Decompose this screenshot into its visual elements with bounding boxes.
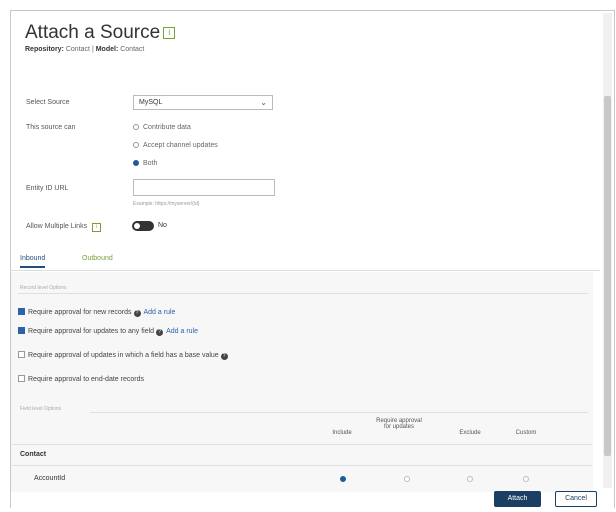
radio-custom[interactable]: [523, 476, 529, 482]
radio-both[interactable]: Both: [133, 160, 157, 167]
dialog-title-container: Attach a Source i: [25, 22, 176, 44]
allow-multiple-toggle[interactable]: [132, 221, 154, 231]
radio-icon: [133, 142, 139, 148]
checkbox-base-value-updates[interactable]: Require approval of updates in which a f…: [18, 351, 228, 360]
dialog-title: Attach a Source: [25, 22, 161, 43]
tab-inbound[interactable]: Inbound: [20, 255, 46, 268]
model-label: Model:: [95, 46, 119, 53]
radio-label: Accept channel updates: [143, 142, 218, 149]
help-icon[interactable]: ?: [220, 353, 228, 360]
checkbox-any-field-updates[interactable]: Require approval for updates to any fiel…: [18, 327, 198, 336]
select-source-label: Select Source: [26, 99, 70, 106]
scrollbar-thumb[interactable]: [604, 96, 611, 456]
allow-multiple-state: No: [158, 222, 167, 229]
radio-icon: [133, 124, 139, 130]
radio-contribute-data[interactable]: Contribute data: [133, 124, 191, 131]
checkbox-new-records[interactable]: Require approval for new records? Add a r…: [18, 308, 175, 317]
radio-label: Contribute data: [143, 124, 191, 131]
divider: [12, 465, 592, 466]
allow-multiple-label-container: Allow Multiple Links i: [26, 223, 102, 232]
column-header-include: Include: [332, 430, 352, 436]
checkbox-label: Require approval for updates to any fiel…: [28, 328, 155, 335]
add-rule-link[interactable]: Add a rule: [166, 328, 198, 335]
radio-include[interactable]: [340, 476, 346, 482]
field-options-label: Field level Options: [20, 406, 62, 412]
info-icon[interactable]: i: [163, 27, 176, 39]
entity-url-label: Entity ID URL: [26, 185, 69, 192]
tab-bar: Inbound Outbound: [10, 252, 600, 271]
radio-require-approval[interactable]: [404, 476, 410, 482]
breadcrumb-separator: |: [91, 46, 94, 53]
radio-accept-channel-updates[interactable]: Accept channel updates: [133, 142, 218, 149]
group-label: Contact: [20, 451, 47, 458]
entity-url-input[interactable]: [133, 179, 275, 196]
select-source-value: MySQL: [139, 99, 163, 106]
checkbox-icon: [18, 375, 25, 382]
divider: [90, 412, 588, 413]
info-icon[interactable]: i: [92, 223, 102, 232]
cancel-button[interactable]: Cancel: [555, 491, 597, 507]
divider: [18, 293, 588, 294]
breadcrumb: Repository: Contact | Model: Contact: [25, 46, 144, 53]
divider: [12, 444, 592, 445]
add-rule-link[interactable]: Add a rule: [144, 309, 176, 316]
checkbox-icon: [18, 351, 25, 358]
radio-selected-icon: [133, 160, 139, 166]
checkbox-end-date-records[interactable]: Require approval to end-date records: [18, 375, 144, 383]
checkbox-label: Require approval for new records: [28, 309, 132, 316]
allow-multiple-label: Allow Multiple Links: [26, 223, 88, 230]
source-can-label: This source can: [26, 124, 76, 131]
radio-label: Both: [143, 160, 158, 167]
column-header-custom: Custom: [515, 430, 537, 436]
checkbox-checked-icon: [18, 308, 25, 315]
field-row-label: AccountId: [34, 475, 66, 482]
repository-label: Repository:: [25, 46, 64, 53]
select-source-dropdown[interactable]: MySQL ⌄: [133, 95, 273, 110]
radio-exclude[interactable]: [467, 476, 473, 482]
checkbox-label: Require approval of updates in which a f…: [28, 352, 219, 359]
model-value: Contact: [120, 46, 145, 53]
entity-url-hint: Example: https://myserver/{id}: [133, 201, 200, 207]
tab-outbound[interactable]: Outbound: [82, 255, 113, 262]
checkbox-label: Require approval to end-date records: [28, 376, 144, 383]
column-header-require-approval: Require approval for updates: [376, 418, 422, 430]
attach-button[interactable]: Attach: [494, 491, 541, 507]
chevron-down-icon: ⌄: [260, 98, 267, 107]
help-icon[interactable]: ?: [156, 329, 164, 336]
repository-value: Contact: [65, 46, 90, 53]
checkbox-checked-icon: [18, 327, 25, 334]
record-options-label: Record level Options: [20, 285, 67, 291]
help-icon[interactable]: ?: [133, 310, 141, 317]
column-header-exclude: Exclude: [459, 430, 481, 436]
